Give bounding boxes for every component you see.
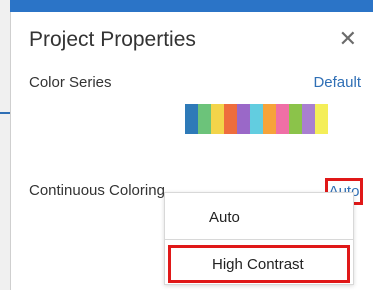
color-swatch-strip[interactable] [185, 104, 328, 134]
color-swatch [250, 104, 263, 134]
background-edge [0, 0, 10, 290]
top-band [0, 0, 373, 12]
dropdown-option-auto[interactable]: Auto [165, 197, 353, 237]
color-series-label: Color Series [29, 74, 112, 91]
color-swatch [211, 104, 224, 134]
color-swatch [315, 104, 328, 134]
close-icon[interactable]: ✕ [339, 28, 357, 50]
dropdown-option-high-contrast[interactable]: High Contrast [168, 245, 350, 283]
color-swatch [302, 104, 315, 134]
color-swatch [263, 104, 276, 134]
color-swatch [289, 104, 302, 134]
color-swatch [198, 104, 211, 134]
continuous-coloring-dropdown: Auto High Contrast [164, 192, 354, 285]
panel-title: Project Properties [29, 28, 196, 51]
dropdown-divider [165, 239, 353, 240]
color-swatch [224, 104, 237, 134]
color-swatch [237, 104, 250, 134]
color-series-default-link[interactable]: Default [313, 74, 361, 91]
color-swatch [276, 104, 289, 134]
color-swatch [185, 104, 198, 134]
background-mark [0, 112, 10, 114]
continuous-coloring-label: Continuous Coloring [29, 182, 165, 199]
